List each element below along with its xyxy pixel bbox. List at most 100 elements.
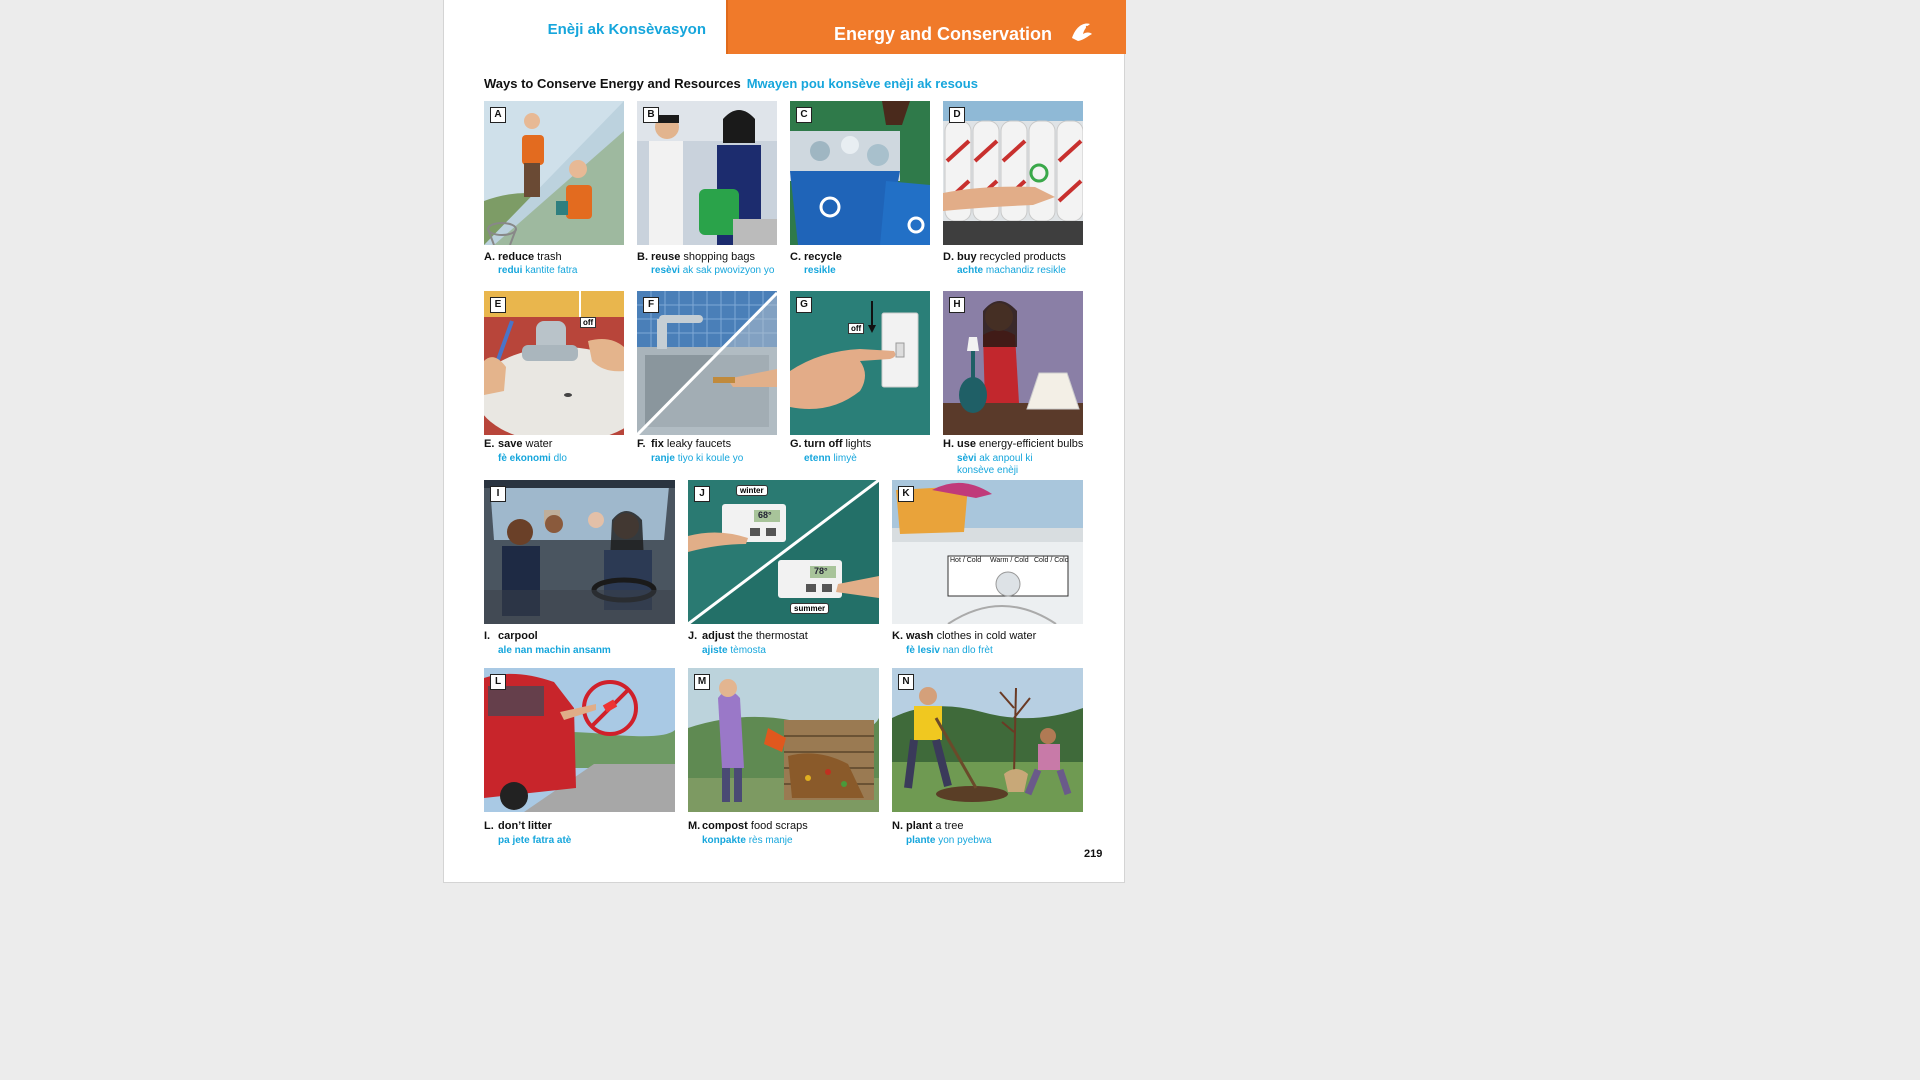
caption-ht: fè ekonomi dlo — [498, 453, 567, 465]
caption-en: H. use energy-efficient bulbs — [943, 437, 1083, 451]
item-letter: F — [643, 297, 659, 313]
caption-prefix: E. — [484, 438, 495, 450]
item-letter: C — [796, 107, 812, 123]
caption-verb: save — [498, 438, 523, 450]
caption-rest: clothes in cold water — [936, 630, 1037, 642]
caption-ht-verb: fè ekonomi — [498, 453, 551, 464]
caption-prefix: K. — [892, 630, 903, 642]
item-letter: N — [898, 674, 914, 690]
caption-verb: carpool — [498, 630, 538, 642]
caption-en: C. recycle — [790, 250, 842, 264]
caption-verb: compost — [702, 820, 748, 832]
item-letter: L — [490, 674, 506, 690]
caption-prefix: G. — [790, 438, 802, 450]
caption-prefix: I. — [484, 630, 491, 642]
caption-rest: leaky faucets — [666, 438, 732, 450]
illustration-efficient-bulbs: H — [943, 291, 1083, 435]
caption-en: N. plant a tree — [892, 819, 963, 833]
caption-ht: resèvi ak sak pwovizyon yo — [651, 265, 774, 277]
winter-label: winter — [736, 485, 768, 496]
caption-verb: wash — [906, 630, 934, 642]
caption-ht-verb: ajiste — [702, 645, 728, 656]
page-title: Energy and Conservation — [834, 24, 1053, 44]
caption-verb: don’t litter — [498, 820, 552, 832]
caption-ht-verb: sèvi — [957, 453, 977, 464]
caption-en: K. wash clothes in cold water — [892, 629, 1036, 643]
item-letter: I — [490, 486, 506, 502]
caption-en: M. compost food scraps — [688, 819, 808, 833]
caption-ht: achte machandiz resikle — [957, 265, 1066, 277]
item-letter: A — [490, 107, 506, 123]
caption-prefix: L. — [484, 820, 494, 832]
caption-ht-rest: tèmosta — [730, 645, 766, 656]
caption-rest: shopping bags — [683, 251, 755, 263]
page-number: 219 — [1084, 848, 1103, 860]
caption-ht: ajiste tèmosta — [702, 645, 766, 657]
caption-ht-rest: nan dlo frèt — [942, 645, 993, 656]
caption-ht-verb: resikle — [804, 265, 836, 276]
caption-en: B. reuse shopping bags — [637, 250, 755, 264]
haitian-title: Enèji ak Konsèvasyon — [547, 21, 706, 38]
dial-label-hot-cold: Hot / Cold — [950, 557, 982, 564]
caption-rest: the thermostat — [737, 630, 808, 642]
item-letter: J — [694, 486, 710, 502]
caption-rest: food scraps — [750, 820, 808, 832]
illustration-plant-tree: N — [892, 668, 1083, 812]
caption-ht: pa jete fatra atè — [498, 835, 571, 847]
item-letter: G — [796, 297, 812, 313]
caption-ht: plante yon pyebwa — [906, 835, 992, 847]
header-left: Enèji ak Konsèvasyon — [444, 0, 724, 54]
caption-ht-verb: resèvi — [651, 265, 680, 276]
caption-prefix: A. — [484, 251, 495, 263]
caption-ht-rest: limyè — [833, 453, 857, 464]
caption-prefix: M. — [688, 820, 701, 832]
off-tag: off — [580, 317, 597, 328]
caption-ht-rest: tiyo ki koule yo — [677, 453, 744, 464]
thermostat-summer-readout: 78° — [814, 566, 828, 576]
section-title-ht: Mwayen pou konsève enèji ak resous — [746, 76, 978, 91]
illustration-compost: M — [688, 668, 879, 812]
item-letter: H — [949, 297, 965, 313]
illustration-reuse-bags: B — [637, 101, 777, 245]
caption-verb: reduce — [498, 251, 535, 263]
illustration-buy-recycled: D — [943, 101, 1083, 245]
caption-en: L. don’t litter — [484, 819, 552, 833]
caption-verb: fix — [651, 438, 664, 450]
illustration-carpool: I — [484, 480, 675, 624]
caption-verb: use — [957, 438, 976, 450]
caption-en: G. turn off lights — [790, 437, 871, 451]
illustration-turn-off-lights: G off — [790, 291, 930, 435]
item-letter: K — [898, 486, 914, 502]
caption-ht-rest: yon pyebwa — [938, 835, 992, 846]
caption-verb: plant — [906, 820, 933, 832]
caption-ht-rest: kantite fatra — [525, 265, 578, 276]
caption-rest: a tree — [935, 820, 964, 832]
illustration-recycle: C — [790, 101, 930, 245]
caption-prefix: D. — [943, 251, 954, 263]
caption-ht-verb: plante — [906, 835, 936, 846]
illustration-wash-cold: K Hot / Cold Warm / Cold Cold / Cold — [892, 480, 1083, 624]
caption-verb: recycle — [804, 251, 842, 263]
caption-ht: sèvi ak anpoul ki — [957, 453, 1033, 465]
caption-prefix: H. — [943, 438, 954, 450]
caption-ht-verb: pa jete fatra atè — [498, 835, 572, 846]
section-title: Ways to Conserve Energy and Resources Mwa… — [484, 76, 978, 91]
thermostat-winter-readout: 68° — [758, 510, 772, 520]
caption-prefix: N. — [892, 820, 903, 832]
item-letter: D — [949, 107, 965, 123]
caption-ht: konpakte rès manje — [702, 835, 793, 847]
caption-ht-verb: etenn — [804, 453, 831, 464]
caption-ht-verb: ranje — [651, 453, 675, 464]
caption-en: I. carpool — [484, 629, 538, 643]
caption-ht-rest: ak anpoul ki — [979, 453, 1033, 464]
caption-ht-rest: machandiz resikle — [985, 265, 1066, 276]
dial-label-warm-cold: Warm / Cold — [990, 557, 1029, 564]
caption-ht-line2: konsève enèji — [957, 465, 1019, 476]
caption-ht: ale nan machin ansanm — [498, 645, 611, 657]
illustration-dont-litter: L — [484, 668, 675, 812]
caption-ht-rest: dlo — [553, 453, 567, 464]
caption-ht: resikle — [804, 265, 836, 277]
caption-en: J. adjust the thermostat — [688, 629, 808, 643]
caption-prefix: B. — [637, 251, 648, 263]
caption-en: D. buy recycled products — [943, 250, 1066, 264]
